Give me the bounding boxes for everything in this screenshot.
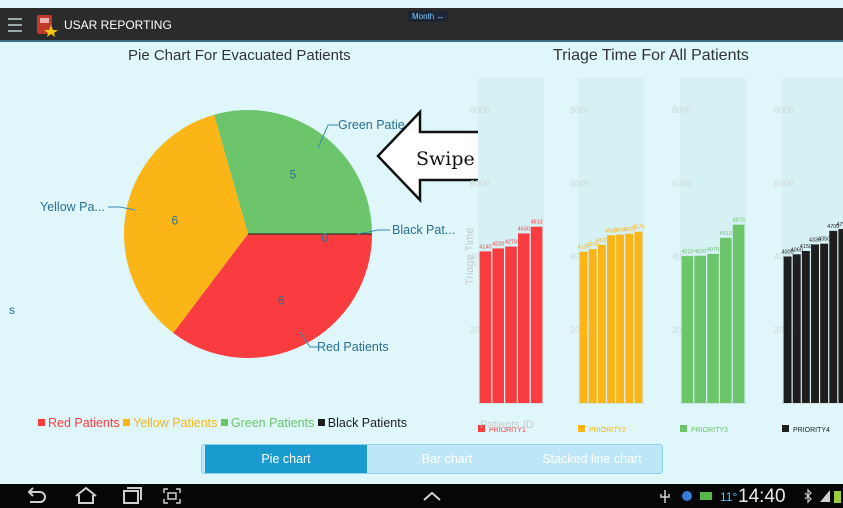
- y-tick-label: 8000: [470, 105, 490, 115]
- bar-value-label: 4220: [492, 241, 504, 247]
- bar-chart[interactable]: 200040006000800041404220427046304813PRIO…: [455, 75, 843, 445]
- bar-value-label: 4630: [518, 226, 530, 232]
- tab-bar-chart[interactable]: Bar chart: [367, 445, 527, 473]
- bar-legend-label: PRIORITY3: [691, 427, 728, 434]
- pie-label-yellow: Yellow Pa...: [40, 200, 105, 214]
- bar-value-label: 4870: [732, 218, 744, 224]
- bar[interactable]: [801, 251, 810, 403]
- bar-ylabel: Triage Time: [464, 227, 476, 285]
- weather-temperature: 11°: [720, 490, 738, 504]
- bar-chart-title: Triage Time For All Patients: [553, 47, 749, 64]
- legend-swatch-yellow: [123, 419, 131, 426]
- chevron-up-icon[interactable]: [423, 491, 441, 501]
- bar-legend-label: PRIORITY2: [589, 427, 626, 434]
- pie-label-red: Red Patients: [317, 340, 389, 354]
- bar-legend-label: PRIORITY4: [793, 427, 830, 434]
- bar-value-label: 4676: [632, 225, 644, 231]
- recent-apps-icon[interactable]: [123, 487, 142, 504]
- pie-legend: Red Patients Yellow Patients Green Patie…: [38, 416, 407, 430]
- month-toggle[interactable]: Month ↔: [408, 11, 449, 22]
- bar[interactable]: [811, 244, 819, 403]
- bar[interactable]: [616, 234, 625, 403]
- notification-icon: [682, 491, 692, 501]
- legend-swatch: [680, 425, 687, 432]
- bar[interactable]: [681, 256, 694, 403]
- bar[interactable]: [597, 244, 606, 403]
- bar-value-label: 4750: [836, 222, 843, 228]
- bar-value-label: 4270: [505, 240, 517, 246]
- bar[interactable]: [505, 246, 517, 403]
- legend-red: Red Patients: [48, 416, 120, 430]
- android-icon: [700, 492, 712, 500]
- bar[interactable]: [838, 229, 843, 403]
- pie-value-label: 5: [289, 168, 296, 182]
- y-tick-label: 8000: [570, 105, 590, 115]
- bar-value-label: 4510: [720, 231, 732, 237]
- bar[interactable]: [492, 248, 504, 403]
- back-icon[interactable]: [27, 487, 46, 503]
- bar-value-label: 4813: [530, 220, 542, 226]
- action-bar: USAR REPORTING Month ↔: [0, 8, 843, 42]
- bar[interactable]: [607, 235, 615, 403]
- system-navigation-bar: 11° 14:40: [0, 484, 843, 508]
- home-icon[interactable]: [75, 486, 97, 504]
- bar[interactable]: [820, 243, 829, 403]
- bar-value-label: 4020: [694, 249, 706, 255]
- bar-value-label: 4010: [681, 249, 693, 255]
- bar[interactable]: [579, 251, 588, 403]
- battery-icon: [834, 491, 841, 503]
- bar-value-label: 4350: [818, 237, 830, 243]
- bar[interactable]: [479, 251, 492, 403]
- pie-value-label: 6: [172, 213, 179, 227]
- bar[interactable]: [792, 254, 801, 403]
- menu-icon[interactable]: [8, 18, 22, 32]
- y-tick-label: 8000: [672, 105, 692, 115]
- bar[interactable]: [732, 224, 745, 403]
- app-logo-icon[interactable]: [34, 13, 58, 37]
- screenshot-icon[interactable]: [163, 488, 181, 504]
- bar[interactable]: [829, 230, 838, 403]
- y-tick-label: 6000: [672, 178, 692, 188]
- truncated-text: s: [9, 303, 15, 317]
- bar[interactable]: [588, 249, 597, 403]
- bar-value-label: 4150: [800, 244, 812, 250]
- legend-green: Green Patients: [230, 416, 315, 430]
- legend-swatch-red: [38, 419, 45, 426]
- tab-pie-chart[interactable]: Pie chart: [205, 445, 367, 473]
- pie-chart[interactable]: Green Patie Yellow Pa... Black Pat... Re…: [0, 60, 460, 370]
- bar-xlabel: Patients ID: [480, 419, 534, 431]
- y-tick-label: 8000: [774, 105, 794, 115]
- bar[interactable]: [707, 253, 719, 403]
- bar-value-label: 4140: [479, 244, 491, 250]
- pie-value-label: 0: [322, 231, 329, 245]
- bar[interactable]: [625, 233, 634, 403]
- bar[interactable]: [783, 256, 792, 404]
- chart-type-tabs: Pie chart Bar chart Stacked line chart: [201, 444, 663, 474]
- pie-value-label: 6: [278, 294, 285, 308]
- legend-yellow: Yellow Patients: [133, 416, 218, 430]
- bar[interactable]: [634, 231, 643, 403]
- status-clock: 14:40: [738, 486, 786, 507]
- bar-value-label: 4320: [596, 238, 608, 244]
- app-title: USAR REPORTING: [64, 18, 172, 32]
- bar-value-label: 4070: [707, 247, 719, 253]
- legend-swatch-black: [317, 419, 325, 426]
- tab-stacked-line-chart[interactable]: Stacked line chart: [527, 445, 657, 473]
- bar[interactable]: [720, 237, 732, 403]
- signal-icon: [820, 490, 830, 502]
- y-tick-label: 6000: [570, 178, 590, 188]
- y-tick-label: 6000: [470, 178, 490, 188]
- bar[interactable]: [694, 255, 706, 403]
- app-screen: USAR REPORTING Month ↔ Pie Chart For Eva…: [0, 0, 843, 508]
- bluetooth-icon: [804, 488, 812, 504]
- usb-icon: [660, 490, 670, 503]
- legend-swatch: [782, 425, 789, 432]
- legend-swatch-green: [220, 419, 228, 426]
- legend-black: Black Patients: [327, 416, 407, 430]
- bar[interactable]: [518, 233, 530, 403]
- y-tick-label: 6000: [774, 178, 794, 188]
- pie-label-black: Black Pat...: [392, 223, 455, 237]
- bar[interactable]: [530, 226, 543, 403]
- legend-swatch: [578, 425, 585, 432]
